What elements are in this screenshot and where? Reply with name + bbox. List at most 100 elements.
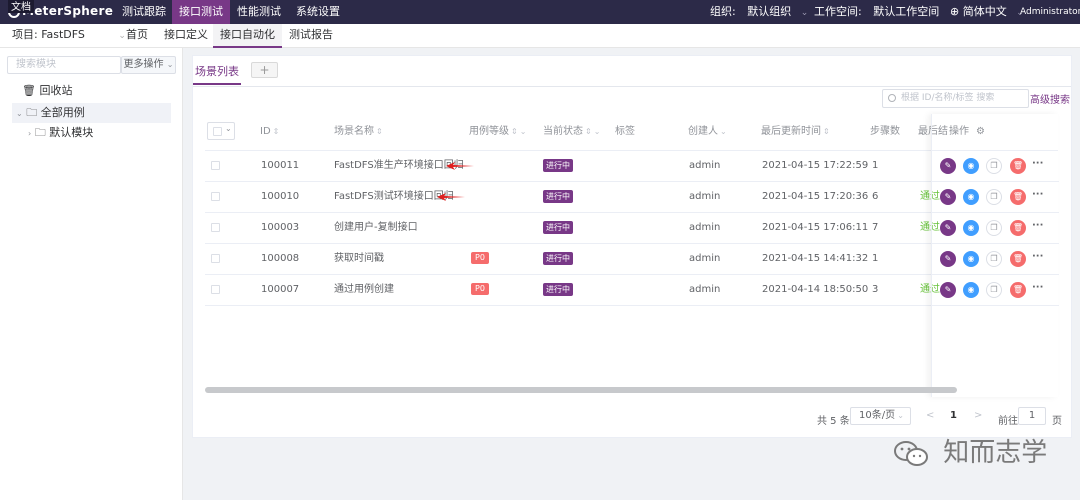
cell-creator: admin — [689, 160, 721, 171]
sort-icon[interactable]: ⇕ — [823, 127, 830, 136]
org-label: 组织: — [710, 5, 736, 18]
nav-api-test[interactable]: 接口测试 — [172, 0, 230, 24]
sub-navbar: 项目: FastDFS ⌄ 首页 接口定义 接口自动化 测试报告 — [0, 24, 1080, 48]
chevron-down-icon: ⌄ — [897, 411, 904, 420]
run-icon[interactable]: ◉ — [963, 189, 979, 205]
edit-icon[interactable]: ✎ — [940, 158, 956, 174]
next-page-button[interactable]: > — [974, 410, 982, 421]
module-search-input[interactable]: 搜索模块 — [7, 56, 121, 74]
cell-name[interactable]: FastDFS测试环境接口回归 — [334, 182, 454, 212]
sort-icon[interactable]: ⇕ — [585, 127, 592, 136]
select-all-checkbox[interactable] — [213, 127, 222, 136]
tree-item-default-module[interactable]: › 🗀 默认模块 — [12, 123, 171, 143]
user-menu[interactable]: Administrator ▼ — [1020, 0, 1080, 40]
edit-icon[interactable]: ✎ — [940, 220, 956, 236]
workspace-selector[interactable]: 工作空间: 默认工作空间 ⌄ — [814, 0, 956, 24]
sort-icon[interactable]: ⇕ — [511, 127, 518, 136]
copy-icon[interactable]: ❐ — [986, 220, 1002, 236]
trash-icon[interactable]: 🗑 — [1010, 189, 1026, 205]
row-checkbox[interactable] — [211, 254, 220, 263]
trash-icon[interactable]: 🗑 — [1010, 282, 1026, 298]
goto-page-input[interactable]: 1 — [1018, 407, 1046, 425]
trash-icon[interactable]: 🗑 — [1010, 158, 1026, 174]
nav-performance-test[interactable]: 性能测试 — [230, 0, 288, 24]
nav-system-settings[interactable]: 系统设置 — [288, 0, 348, 24]
sort-icon[interactable]: ⇕ — [273, 127, 280, 136]
cell-creator: admin — [689, 191, 721, 202]
subnav-api-automation[interactable]: 接口自动化 — [213, 24, 282, 48]
subnav-test-report[interactable]: 测试报告 — [282, 24, 340, 48]
subnav-api-definition[interactable]: 接口定义 — [159, 24, 213, 48]
cell-name[interactable]: 通过用例创建 — [334, 275, 394, 305]
cell-creator: admin — [689, 253, 721, 264]
more-icon[interactable]: ··· — [1032, 251, 1043, 262]
more-icon[interactable]: ··· — [1032, 220, 1043, 231]
more-icon[interactable]: ··· — [1032, 189, 1043, 200]
copy-icon[interactable]: ❐ — [986, 158, 1002, 174]
header-steps: 步骤数 — [870, 126, 900, 137]
copy-icon[interactable]: ❐ — [986, 189, 1002, 205]
tab-scene-list[interactable]: 场景列表 — [193, 63, 241, 85]
logo[interactable]: MeterSphere 文档 — [0, 0, 116, 24]
cell-name[interactable]: 创建用户-复制接口 — [334, 213, 418, 243]
status-badge: 进行中 — [543, 282, 573, 296]
select-all-dropdown[interactable]: ⌄ — [207, 122, 235, 140]
subnav-home[interactable]: 首页 — [115, 24, 159, 48]
sort-icon[interactable]: ⇕ — [376, 127, 383, 136]
page-size-select[interactable]: 10条/页 ⌄ — [850, 407, 911, 425]
prev-page-button[interactable]: < — [926, 410, 934, 421]
run-icon[interactable]: ◉ — [963, 158, 979, 174]
project-selector[interactable]: 项目: FastDFS ⌄ — [12, 24, 126, 48]
cell-creator: admin — [689, 222, 721, 233]
cell-name[interactable]: 获取时间戳 — [334, 244, 384, 274]
tree-item-all-cases[interactable]: ⌄ 🗀 全部用例 — [12, 103, 171, 123]
edit-icon[interactable]: ✎ — [940, 251, 956, 267]
filter-icon[interactable]: ⌄ — [720, 127, 727, 136]
pager-total: 共 5 条 — [817, 416, 850, 427]
trash-icon: 🗑 — [22, 84, 36, 97]
header-creator[interactable]: 创建人 ⌄ — [688, 114, 727, 150]
more-icon[interactable]: ··· — [1032, 158, 1043, 169]
run-icon[interactable]: ◉ — [963, 251, 979, 267]
copy-icon[interactable]: ❐ — [986, 251, 1002, 267]
tree-item-recycle-bin[interactable]: 🗑 回收站 — [12, 81, 171, 101]
chevron-down-icon: ⌄ — [225, 124, 232, 133]
scenario-search-input[interactable]: 根据 ID/名称/标签 搜索 — [882, 89, 1029, 108]
run-icon[interactable]: ◉ — [963, 220, 979, 236]
edit-icon[interactable]: ✎ — [940, 282, 956, 298]
row-checkbox[interactable] — [211, 223, 220, 232]
row-checkbox[interactable] — [211, 192, 220, 201]
caret-down-icon[interactable]: ⌄ — [16, 109, 23, 118]
header-id[interactable]: ID ⇕ — [260, 114, 279, 150]
nav-test-track[interactable]: 测试跟踪 — [116, 0, 172, 24]
edit-icon[interactable]: ✎ — [940, 189, 956, 205]
header-updated[interactable]: 最后更新时间 ⇕ — [761, 114, 830, 150]
more-operations-button[interactable]: 更多操作 ⌄ — [121, 56, 176, 74]
row-checkbox[interactable] — [211, 161, 220, 170]
doc-tag[interactable]: 文档 — [8, 0, 34, 13]
row-checkbox[interactable] — [211, 285, 220, 294]
horizontal-scrollbar[interactable] — [205, 387, 957, 393]
more-icon[interactable]: ··· — [1032, 282, 1043, 293]
header-status[interactable]: 当前状态 ⇕ ⌄ — [543, 114, 600, 150]
page-number[interactable]: 1 — [950, 410, 957, 421]
cell-name[interactable]: FastDFS准生产环境接口回归 — [334, 151, 464, 181]
header-name[interactable]: 场景名称 ⇕ — [334, 114, 383, 150]
row-actions: ✎ ◉ ❐ 🗑 ··· — [932, 275, 1059, 306]
copy-icon[interactable]: ❐ — [986, 282, 1002, 298]
chevron-down-icon: ⌄ — [166, 60, 174, 69]
filter-icon[interactable]: ⌄ — [520, 127, 527, 136]
cell-id: 100010 — [261, 191, 300, 202]
filter-icon[interactable]: ⌄ — [594, 127, 601, 136]
advanced-search-link[interactable]: 高级搜索 — [1030, 91, 1070, 106]
trash-icon[interactable]: 🗑 — [1010, 251, 1026, 267]
header-level[interactable]: 用例等级 ⇕ ⌄ — [469, 114, 526, 150]
trash-icon[interactable]: 🗑 — [1010, 220, 1026, 236]
org-selector[interactable]: 组织: 默认组织 ⌄ — [710, 0, 808, 24]
run-icon[interactable]: ◉ — [963, 282, 979, 298]
add-tab-button[interactable]: + — [251, 62, 278, 78]
priority-badge: P0 — [471, 252, 489, 264]
status-badge: 进行中 — [543, 189, 573, 203]
language-selector[interactable]: ⊕ 简体中文 ⌄ — [950, 0, 1024, 24]
caret-right-icon[interactable]: › — [28, 129, 31, 138]
